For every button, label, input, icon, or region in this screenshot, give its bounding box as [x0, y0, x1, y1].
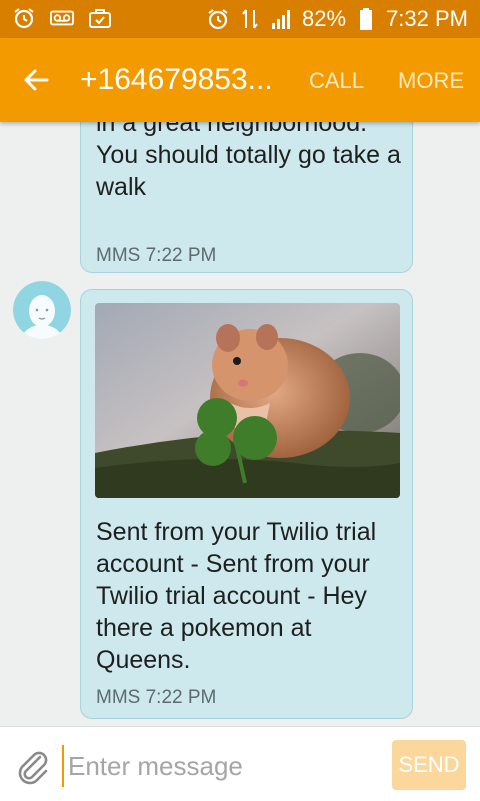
back-arrow-icon [24, 69, 49, 91]
conversation-list[interactable]: beautiful day, and you live in a great n… [0, 122, 480, 726]
status-icons-left [12, 6, 112, 30]
message-text: Sent from your Twilio trial account - Se… [96, 518, 377, 674]
signal-icon [270, 7, 294, 31]
voicemail-icon [50, 6, 74, 30]
briefcase-icon [88, 6, 112, 30]
more-button[interactable]: MORE [398, 66, 464, 96]
battery-icon [354, 7, 378, 31]
message-text: beautiful day, and you live in a great n… [96, 122, 401, 201]
message-composer: SEND [0, 726, 480, 801]
message-bubble[interactable]: Sent from your Twilio trial account - Se… [80, 289, 413, 719]
contact-title: +164679853... [80, 63, 273, 96]
mms-image-hamster[interactable] [95, 303, 400, 498]
alarm-icon [206, 7, 230, 31]
back-button[interactable] [14, 58, 58, 102]
call-button[interactable]: CALL [309, 66, 364, 96]
status-bar: 82% 7:32 PM [0, 0, 480, 38]
contact-avatar[interactable] [13, 281, 71, 339]
status-icons-right: 82% 7:32 PM [206, 4, 468, 34]
attach-button[interactable] [14, 747, 52, 785]
message-input[interactable] [62, 745, 380, 787]
message-bubble[interactable]: beautiful day, and you live in a great n… [80, 122, 413, 273]
paperclip-icon [18, 751, 48, 785]
data-icon [238, 7, 262, 31]
alarm-icon [12, 6, 36, 30]
person-icon [13, 281, 71, 339]
message-timestamp: MMS 7:22 PM [96, 245, 217, 266]
message-timestamp: MMS 7:22 PM [96, 687, 217, 708]
send-button[interactable]: SEND [392, 740, 466, 790]
status-time: 7:32 PM [386, 6, 468, 31]
hamster-photo-icon [95, 303, 400, 498]
battery-percent: 82% [302, 6, 347, 31]
app-bar: +164679853... CALL MORE [0, 38, 480, 122]
